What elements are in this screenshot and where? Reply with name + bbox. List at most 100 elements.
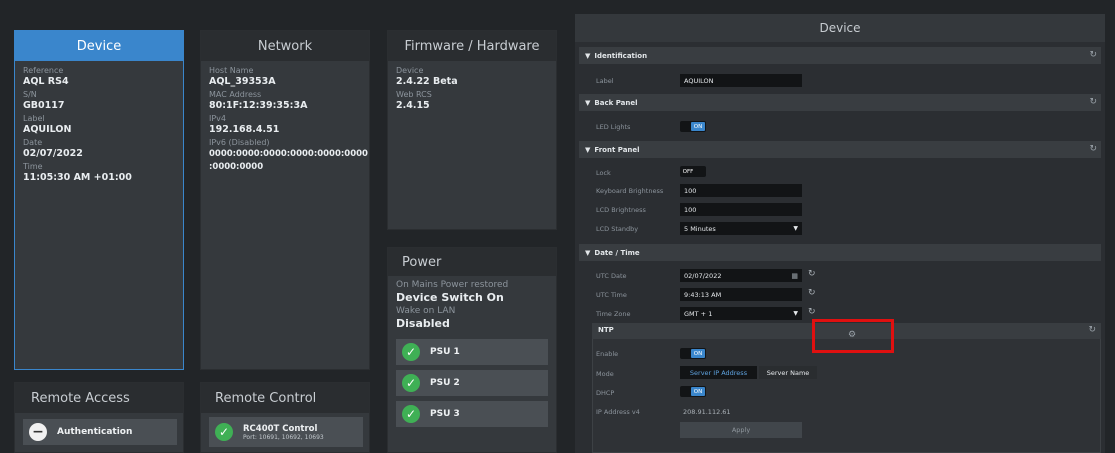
device-panel-title: Device [575, 14, 1105, 42]
utc-date-label: UTC Date [596, 272, 627, 280]
lock-label: Lock [596, 169, 611, 177]
identification-section-header[interactable]: ▼ Identification ↻ [579, 47, 1101, 64]
apply-button[interactable]: Apply [680, 422, 802, 438]
mains-value: Device Switch On [396, 291, 504, 304]
identification-title: Identification [594, 51, 648, 60]
front-panel-section-header[interactable]: ▼ Front Panel ↻ [579, 141, 1101, 158]
reset-icon[interactable]: ↻ [1089, 97, 1097, 107]
collapse-arrow-icon: ▼ [585, 98, 591, 107]
device-card[interactable]: Device Reference AQL RS4 S/N GB0117 Labe… [14, 30, 184, 370]
authentication-label: Authentication [57, 427, 133, 437]
time-zone-select[interactable]: GMT + 1 ▼ [680, 307, 802, 320]
psu-3-label: PSU 3 [430, 409, 460, 419]
ip-address-label: IP Address v4 [596, 408, 640, 416]
dhcp-label: DHCP [596, 389, 615, 397]
rc400t-ports: Port: 10691, 10692, 10693 [243, 433, 324, 441]
utc-time-input[interactable]: 9:43:13 AM [680, 288, 802, 301]
highlight-box: ⚙ [812, 319, 894, 353]
time-label: Time [23, 162, 43, 171]
ipv6-value-cont: :0000:0000 [209, 162, 264, 172]
device-version-label: Device [396, 66, 424, 75]
lock-state: OFF [681, 167, 695, 176]
collapse-arrow-icon: ▼ [585, 248, 591, 257]
ntp-enable-toggle[interactable]: ON [680, 348, 706, 359]
rc400t-label: RC400T Control [243, 423, 318, 434]
lcd-standby-label: LCD Standby [596, 225, 639, 233]
utc-time-label: UTC Time [596, 291, 627, 299]
ntp-enable-state: ON [691, 349, 705, 358]
mac-label: MAC Address [209, 90, 262, 99]
gear-icon[interactable]: ⚙ [848, 330, 856, 340]
lcd-standby-value: 5 Minutes [684, 224, 716, 233]
time-zone-label: Time Zone [596, 310, 631, 318]
front-panel-title: Front Panel [594, 145, 640, 154]
psu-1[interactable]: ✓ PSU 1 [396, 339, 548, 365]
remote-control-title: Remote Control [201, 383, 369, 413]
webrcs-value: 2.4.15 [396, 100, 430, 111]
sync-icon[interactable]: ↻ [808, 307, 816, 317]
host-name-label: Host Name [209, 66, 254, 75]
lcd-brightness-input[interactable]: 100 [680, 203, 802, 216]
keyboard-brightness-input[interactable]: 100 [680, 184, 802, 197]
back-panel-section-header[interactable]: ▼ Back Panel ↻ [579, 94, 1101, 111]
wol-label: Wake on LAN [396, 306, 456, 316]
authentication-item[interactable]: − Authentication [23, 419, 177, 445]
ipv4-label: IPv4 [209, 114, 227, 123]
label-field-label: Label [596, 77, 614, 85]
collapse-arrow-icon: ▼ [585, 145, 591, 154]
sync-icon[interactable]: ↻ [808, 269, 816, 279]
time-value: 11:05:30 AM +01:00 [23, 172, 132, 183]
network-card-title: Network [201, 31, 369, 61]
label-value: AQUILON [23, 124, 72, 135]
lcd-standby-select[interactable]: 5 Minutes ▼ [680, 222, 802, 235]
power-card[interactable]: Power On Mains Power restored Device Swi… [387, 247, 557, 453]
mode-option-server-name[interactable]: Server Name [759, 366, 817, 379]
rc400t-text: RC400T Control Port: 10691, 10692, 10693 [243, 424, 324, 441]
ip-address-value: 208.91.112.61 [683, 408, 731, 416]
led-lights-state: ON [691, 122, 705, 131]
network-card[interactable]: Network Host Name AQL_39353A MAC Address… [200, 30, 370, 370]
sn-label: S/N [23, 90, 37, 99]
led-lights-toggle[interactable]: ON [680, 121, 706, 132]
mode-option-server-ip[interactable]: Server IP Address [680, 366, 757, 379]
label-label: Label [23, 114, 45, 123]
remote-access-title: Remote Access [15, 383, 183, 413]
label-input[interactable]: AQUILON [680, 74, 802, 87]
reset-icon[interactable]: ↻ [1089, 144, 1097, 154]
check-icon: ✓ [402, 343, 420, 361]
sync-icon[interactable]: ↻ [808, 288, 816, 298]
remote-control-card[interactable]: Remote Control ✓ RC400T Control Port: 10… [200, 382, 370, 453]
dhcp-state: ON [691, 387, 705, 396]
network-info: Host Name AQL_39353A MAC Address 80:1F:1… [201, 61, 369, 178]
remote-access-card[interactable]: Remote Access − Authentication [14, 382, 184, 453]
minus-icon: − [29, 423, 47, 441]
date-time-section-header[interactable]: ▼ Date / Time [579, 244, 1101, 261]
firmware-card-title: Firmware / Hardware [388, 31, 556, 61]
ipv6-label: IPv6 (Disabled) [209, 138, 270, 147]
time-zone-value: GMT + 1 [684, 309, 713, 318]
firmware-info: Device 2.4.22 Beta Web RCS 2.4.15 [388, 61, 556, 117]
mains-label: On Mains Power restored [396, 280, 509, 290]
utc-date-input[interactable]: 02/07/2022 ▦ [680, 269, 802, 282]
lock-toggle[interactable]: OFF [680, 166, 706, 177]
back-panel-title: Back Panel [594, 98, 638, 107]
device-settings-panel: Device ▼ Identification ↻ Label AQUILON … [575, 14, 1105, 453]
psu-2[interactable]: ✓ PSU 2 [396, 370, 548, 396]
reset-icon[interactable]: ↻ [1089, 50, 1097, 60]
calendar-icon[interactable]: ▦ [791, 272, 798, 280]
ntp-mode-label: Mode [596, 370, 614, 378]
reset-icon[interactable]: ↻ [1088, 325, 1096, 335]
device-card-title: Device [15, 31, 183, 61]
power-card-title: Power [388, 248, 556, 276]
psu-3[interactable]: ✓ PSU 3 [396, 401, 548, 427]
date-value: 02/07/2022 [23, 148, 83, 159]
rc400t-item[interactable]: ✓ RC400T Control Port: 10691, 10692, 106… [209, 417, 363, 447]
psu-1-label: PSU 1 [430, 347, 460, 357]
date-time-title: Date / Time [594, 248, 640, 257]
firmware-card[interactable]: Firmware / Hardware Device 2.4.22 Beta W… [387, 30, 557, 230]
lcd-brightness-label: LCD Brightness [596, 206, 646, 214]
device-info: Reference AQL RS4 S/N GB0117 Label AQUIL… [15, 61, 183, 189]
dropdown-arrow-icon: ▼ [793, 310, 798, 317]
dhcp-toggle[interactable]: ON [680, 386, 706, 397]
keyboard-brightness-label: Keyboard Brightness [596, 187, 664, 195]
